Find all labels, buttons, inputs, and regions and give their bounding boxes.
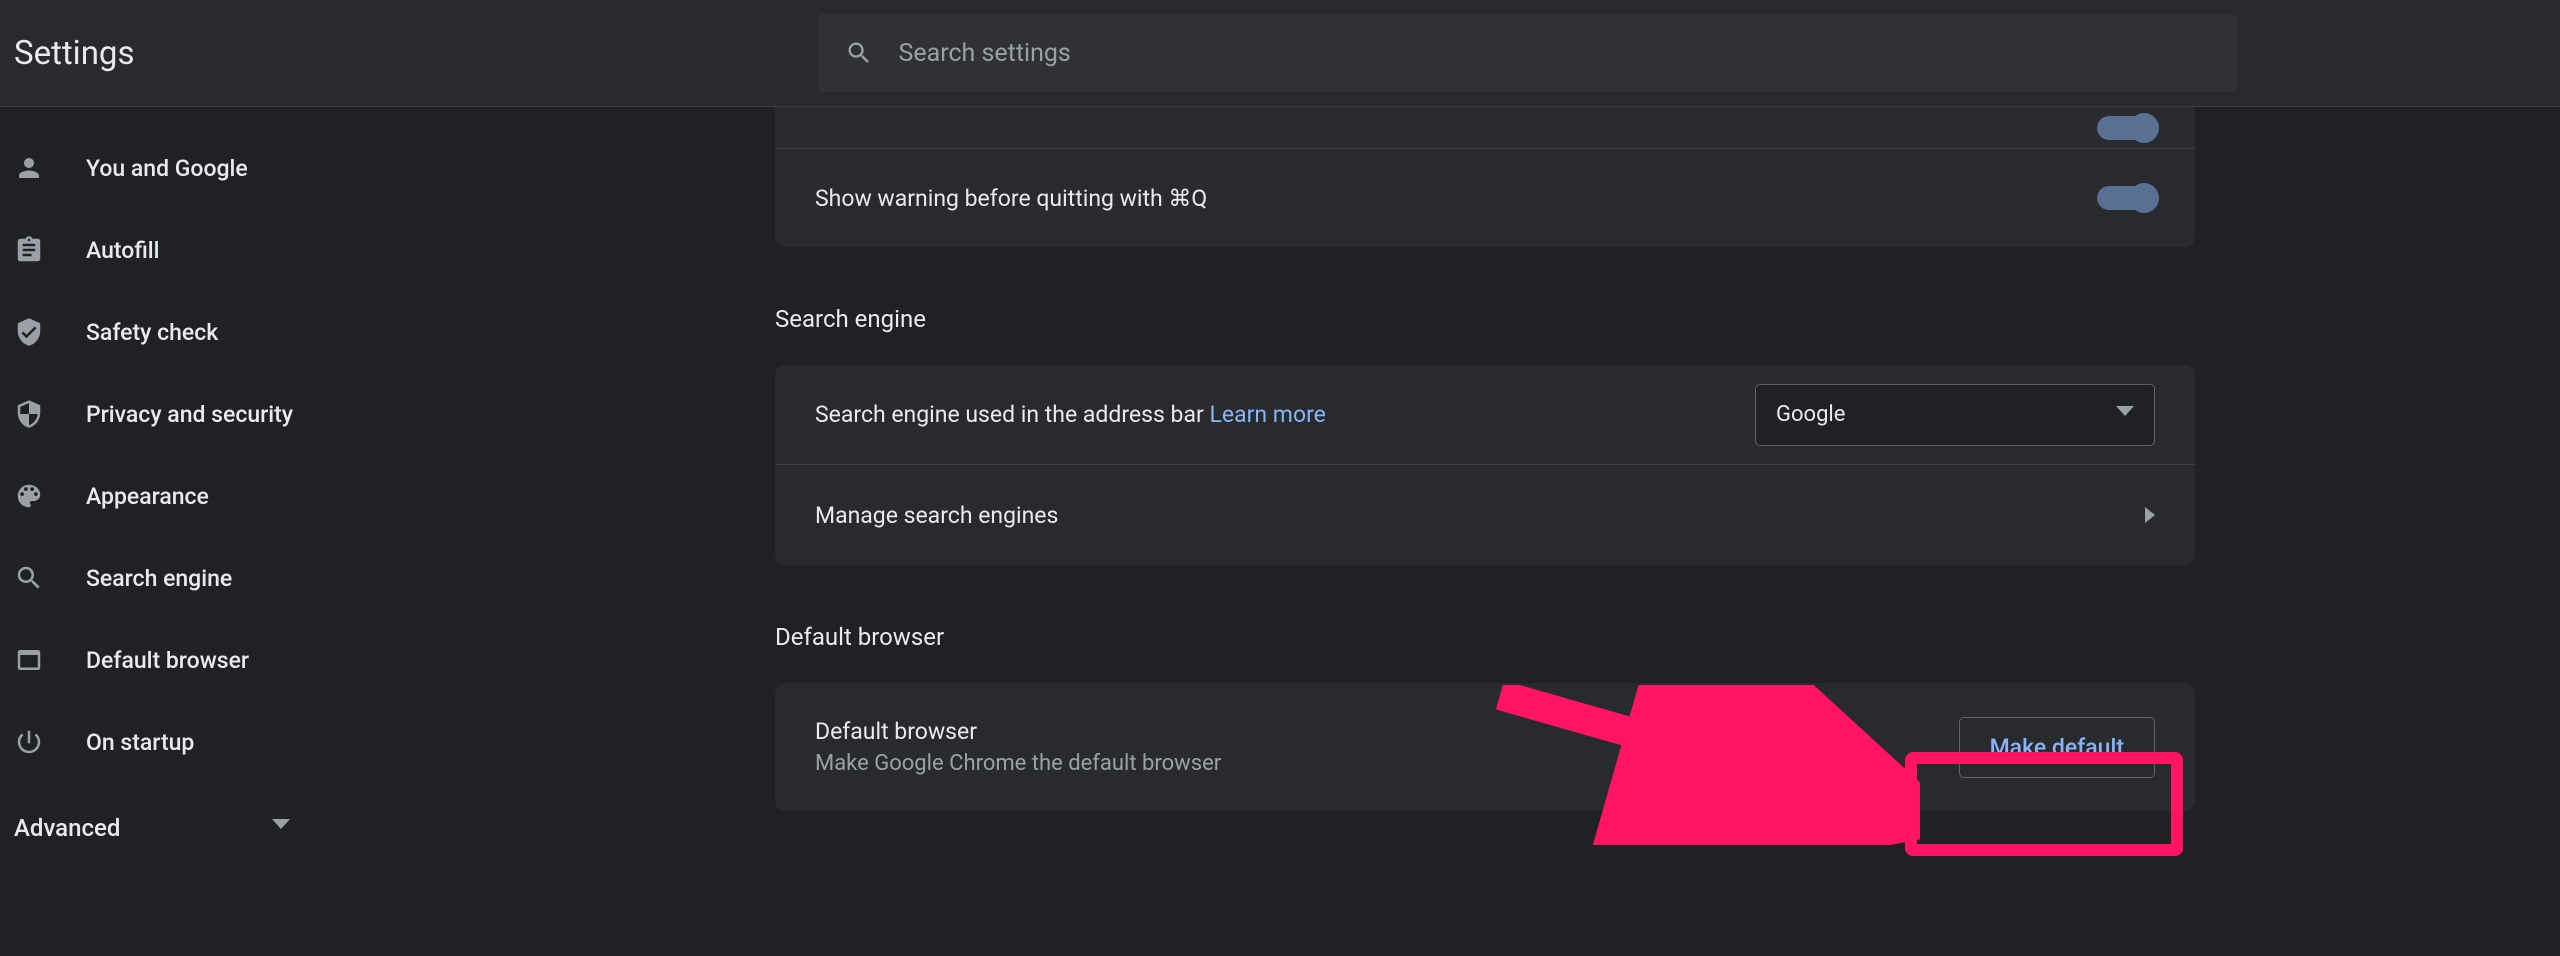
sidebar-item-privacy[interactable]: Privacy and security — [0, 373, 440, 455]
toggle-switch[interactable] — [2097, 116, 2155, 140]
shield-check-icon — [14, 317, 44, 347]
manage-search-text: Manage search engines — [815, 502, 1058, 529]
setting-row-partial[interactable] — [775, 107, 2195, 149]
sidebar-item-default-browser[interactable]: Default browser — [0, 619, 440, 701]
person-icon — [14, 153, 44, 183]
setting-text: Show warning before quitting with ⌘Q — [815, 185, 1207, 212]
dropdown-selected: Google — [1776, 402, 1845, 427]
default-browser-subtitle: Make Google Chrome the default browser — [815, 751, 1221, 776]
search-engine-label: Search engine used in the address bar — [815, 401, 1204, 428]
chevron-down-icon — [272, 819, 290, 837]
default-browser-title: Default browser — [815, 718, 1221, 745]
search-settings-box[interactable] — [817, 14, 2237, 92]
sidebar: You and Google Autofill Safety check Pri… — [0, 107, 440, 956]
window-icon — [14, 645, 44, 675]
sidebar-item-label: Safety check — [86, 319, 218, 346]
search-icon — [14, 563, 44, 593]
section-title-default-browser: Default browser — [775, 623, 2195, 651]
search-engine-card: Search engine used in the address bar Le… — [775, 365, 2195, 565]
arrow-right-icon — [2145, 507, 2155, 523]
sidebar-item-label: Search engine — [86, 565, 232, 592]
content-area: Show warning before quitting with ⌘Q Sea… — [440, 107, 2560, 956]
chevron-down-icon — [2116, 406, 2134, 424]
search-icon — [845, 39, 873, 67]
search-engine-dropdown[interactable]: Google — [1755, 384, 2155, 446]
sidebar-item-you-and-google[interactable]: You and Google — [0, 127, 440, 209]
search-engine-row[interactable]: Search engine used in the address bar Le… — [775, 365, 2195, 465]
toggle-knob — [2129, 113, 2159, 143]
toggle-switch[interactable] — [2097, 186, 2155, 210]
clipboard-icon — [14, 235, 44, 265]
power-icon — [14, 727, 44, 757]
sidebar-item-label: Default browser — [86, 647, 249, 674]
sidebar-item-label: Autofill — [86, 237, 160, 264]
manage-search-engines-row[interactable]: Manage search engines — [775, 465, 2195, 565]
sidebar-item-on-startup[interactable]: On startup — [0, 701, 440, 783]
search-engine-text: Search engine used in the address bar Le… — [815, 401, 1326, 428]
sidebar-item-label: You and Google — [86, 155, 248, 182]
sidebar-item-label: On startup — [86, 729, 194, 756]
setting-row-warning[interactable]: Show warning before quitting with ⌘Q — [775, 149, 2195, 247]
toggle-knob — [2129, 183, 2159, 213]
sidebar-item-label: Appearance — [86, 483, 209, 510]
default-browser-card: Default browser Make Google Chrome the d… — [775, 683, 2195, 811]
advanced-label: Advanced — [14, 814, 120, 842]
sidebar-item-appearance[interactable]: Appearance — [0, 455, 440, 537]
sidebar-item-safety-check[interactable]: Safety check — [0, 291, 440, 373]
sidebar-item-search-engine[interactable]: Search engine — [0, 537, 440, 619]
learn-more-link[interactable]: Learn more — [1210, 401, 1326, 428]
section-title-search-engine: Search engine — [775, 305, 2195, 333]
settings-header: Settings — [0, 0, 2560, 107]
sidebar-item-autofill[interactable]: Autofill — [0, 209, 440, 291]
search-input[interactable] — [899, 39, 2209, 68]
make-default-button[interactable]: Make default — [1959, 717, 2155, 778]
default-browser-text: Default browser Make Google Chrome the d… — [815, 718, 1221, 776]
shield-icon — [14, 399, 44, 429]
sidebar-advanced-toggle[interactable]: Advanced — [0, 783, 440, 873]
sidebar-item-label: Privacy and security — [86, 401, 293, 428]
page-title: Settings — [14, 34, 135, 73]
palette-icon — [14, 481, 44, 511]
